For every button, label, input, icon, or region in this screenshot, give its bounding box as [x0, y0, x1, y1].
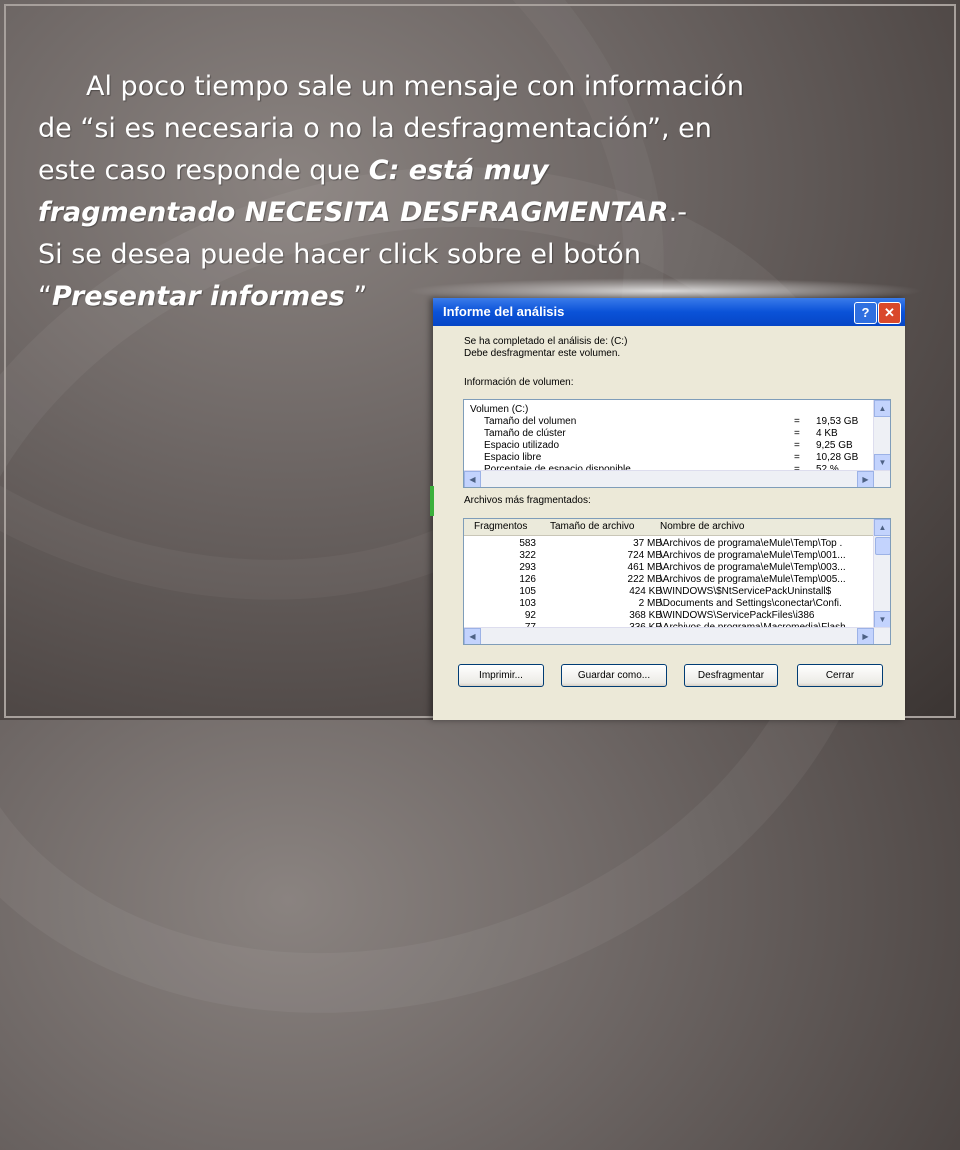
scroll-down-button[interactable]: ▼: [874, 454, 890, 471]
scroll-left-button[interactable]: ◀: [464, 628, 481, 644]
scroll-right-button[interactable]: ▶: [857, 471, 874, 487]
slide-emphasis: Presentar informes: [52, 281, 345, 312]
analysis-report-dialog: Informe del análisis ? ✕ Se ha completad…: [430, 298, 905, 720]
save-as-button[interactable]: Guardar como...: [561, 664, 667, 687]
table-row[interactable]: 293 461 MB \Archivos de programa\eMule\Tem…: [464, 562, 874, 574]
close-button[interactable]: Cerrar: [797, 664, 883, 687]
scroll-down-button[interactable]: ▼: [874, 611, 890, 628]
cell-file-name: \WINDOWS\ServicePackFiles\i386: [660, 610, 815, 621]
cell-fragments: 92: [524, 610, 536, 621]
slide-text-span: “: [38, 281, 52, 312]
volume-heading: Volumen (C:): [470, 404, 529, 415]
scroll-right-button[interactable]: ▶: [857, 628, 874, 644]
volume-info-label: Información de volumen:: [464, 377, 574, 388]
volume-row-value: 19,53 GB: [816, 416, 859, 427]
cell-file-size: 2 MB: [638, 598, 662, 609]
table-row[interactable]: 103 2 MB \Documents and Settings\conectar\…: [464, 598, 874, 610]
volume-row-name: Tamaño de clúster: [484, 428, 566, 439]
fragmented-files-label: Archivos más fragmentados:: [464, 495, 591, 506]
help-button[interactable]: ?: [854, 302, 877, 324]
cell-file-size: 368 KB: [629, 610, 662, 621]
slide-line: Al poco tiempo sale un mensaje con infor…: [86, 71, 744, 102]
volume-horizontal-scrollbar[interactable]: ◀ ▶: [464, 470, 890, 487]
volume-info-list[interactable]: Volumen (C:) Tamaño del volumen = 19,53 …: [463, 399, 891, 488]
dialog-titlebar[interactable]: Informe del análisis ? ✕: [433, 298, 905, 326]
volume-row-name: Espacio libre: [484, 452, 542, 463]
cell-fragments: 103: [519, 598, 536, 609]
volume-row-eq: =: [794, 428, 800, 439]
table-row[interactable]: 126 222 MB \Archivos de programa\eMule\Tem…: [464, 574, 874, 586]
cell-fragments: 293: [519, 562, 536, 573]
slide-text-span: este caso responde que: [38, 155, 369, 186]
cell-file-name: \Documents and Settings\conectar\Confi.: [660, 598, 842, 609]
volume-row-value: 10,28 GB: [816, 452, 859, 463]
scroll-up-button[interactable]: ▲: [874, 400, 890, 417]
cell-file-size: 424 KB: [629, 586, 662, 597]
column-header-file-size[interactable]: Tamaño de archivo: [550, 521, 635, 532]
scroll-thumb[interactable]: [875, 537, 890, 555]
volume-row-value: 9,25 GB: [816, 440, 853, 451]
slide-line: Si se desea puede hacer click sobre el b…: [38, 239, 641, 270]
volume-row-eq: =: [794, 440, 800, 451]
column-header-file-name[interactable]: Nombre de archivo: [660, 521, 744, 532]
slide-emphasis: fragmentado NECESITA DESFRAGMENTAR: [38, 197, 669, 228]
volume-row-eq: =: [794, 452, 800, 463]
analysis-complete-message: Se ha completado el análisis de: (C:): [464, 336, 628, 347]
files-horizontal-scrollbar[interactable]: ◀ ▶: [464, 627, 890, 644]
scroll-up-button[interactable]: ▲: [874, 519, 890, 536]
column-header-fragments[interactable]: Fragmentos: [474, 521, 527, 532]
cell-file-name: \WINDOWS\$NtServicePackUninstall$: [660, 586, 832, 597]
cell-file-size: 724 MB: [627, 550, 662, 561]
dialog-title: Informe del análisis: [443, 304, 565, 319]
defrag-recommendation: Debe desfragmentar este volumen.: [464, 348, 621, 359]
slide-line: este caso responde que C: está muy: [38, 150, 928, 192]
volume-row-eq: =: [794, 416, 800, 427]
print-button[interactable]: Imprimir...: [458, 664, 544, 687]
volume-vertical-scrollbar[interactable]: ▲ ▼: [873, 400, 890, 471]
volume-row-value: 4 KB: [816, 428, 838, 439]
background-window-edge: [430, 486, 434, 516]
fragmented-files-header: Fragmentos Tamaño de archivo Nombre de a…: [464, 519, 874, 536]
files-vertical-scrollbar[interactable]: ▲ ▼: [873, 519, 890, 628]
close-window-button[interactable]: ✕: [878, 302, 901, 324]
cell-fragments: 126: [519, 574, 536, 585]
cell-file-name: \Archivos de programa\eMule\Temp\003...: [660, 562, 846, 573]
cell-fragments: 105: [519, 586, 536, 597]
cell-file-name: \Archivos de programa\eMule\Temp\001...: [660, 550, 846, 561]
cell-file-name: \Archivos de programa\eMule\Temp\Top .: [660, 538, 843, 549]
cell-file-name: \Archivos de programa\eMule\Temp\005...: [660, 574, 846, 585]
slide-line: fragmentado NECESITA DESFRAGMENTAR.-: [38, 192, 928, 234]
cell-file-size: 461 MB: [627, 562, 662, 573]
slide-line: de “si es necesaria o no la desfragmenta…: [38, 113, 712, 144]
table-row[interactable]: 92 368 KB \WINDOWS\ServicePackFiles\i386: [464, 610, 874, 622]
fragmented-files-list[interactable]: Fragmentos Tamaño de archivo Nombre de a…: [463, 518, 891, 645]
volume-row-name: Espacio utilizado: [484, 440, 560, 451]
cell-file-size: 222 MB: [627, 574, 662, 585]
slide-text-span: ”: [344, 281, 368, 312]
scroll-left-button[interactable]: ◀: [464, 471, 481, 487]
cell-fragments: 322: [519, 550, 536, 561]
cell-fragments: 583: [519, 538, 536, 549]
table-row[interactable]: 322 724 MB \Archivos de programa\eMule\Tem…: [464, 550, 874, 562]
table-row[interactable]: 105 424 KB \WINDOWS\$NtServicePackUninstal…: [464, 586, 874, 598]
slide-emphasis: C: está muy: [368, 155, 549, 186]
slide-text-span: .-: [668, 197, 687, 228]
table-row[interactable]: 583 37 MB \Archivos de programa\eMule\Temp…: [464, 538, 874, 550]
volume-row-name: Tamaño del volumen: [484, 416, 577, 427]
cell-file-size: 37 MB: [633, 538, 662, 549]
defragment-button[interactable]: Desfragmentar: [684, 664, 778, 687]
